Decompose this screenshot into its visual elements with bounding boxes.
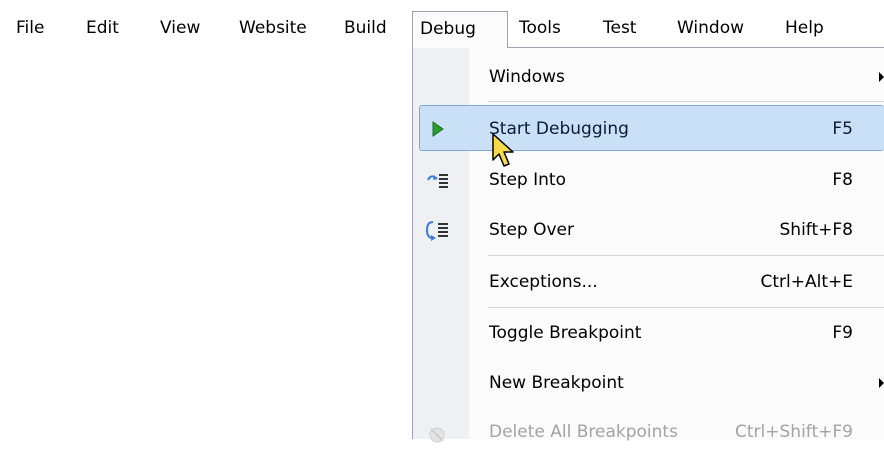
menu-bar: File Edit View Website Build Debug Tools… <box>0 0 884 48</box>
menu-file[interactable]: File <box>16 16 44 40</box>
menu-item-label: Step Over <box>489 220 574 240</box>
menu-item-shortcut: F8 <box>832 170 853 190</box>
menu-item-label: Delete All Breakpoints <box>489 422 678 442</box>
menu-tools[interactable]: Tools <box>519 16 561 40</box>
menu-item-start-debugging[interactable]: Start Debugging F5 <box>413 104 884 154</box>
menu-item-exceptions[interactable]: Exceptions... Ctrl+Alt+E <box>413 257 884 307</box>
submenu-arrow-icon <box>879 72 884 82</box>
menu-item-toggle-breakpoint[interactable]: Toggle Breakpoint F9 <box>413 308 884 358</box>
menu-test[interactable]: Test <box>603 16 636 40</box>
menu-item-shortcut: Shift+F8 <box>779 220 853 240</box>
menu-item-shortcut: F9 <box>832 323 853 343</box>
menu-separator <box>488 101 884 102</box>
menu-item-shortcut: Ctrl+Alt+E <box>760 272 854 292</box>
menu-item-label: Step Into <box>489 170 566 190</box>
menu-build[interactable]: Build <box>344 16 387 40</box>
menu-item-step-over[interactable]: Step Over Shift+F8 <box>413 205 884 255</box>
mouse-cursor-icon <box>492 133 514 167</box>
menu-item-windows[interactable]: Windows <box>413 52 884 102</box>
menu-item-delete-all-breakpoints: Delete All Breakpoints Ctrl+Shift+F9 <box>413 407 884 457</box>
delete-breakpoints-icon <box>413 407 469 457</box>
menu-separator <box>488 255 884 256</box>
menu-item-label: Toggle Breakpoint <box>489 323 642 343</box>
menu-item-shortcut: F5 <box>832 119 853 139</box>
menu-edit[interactable]: Edit <box>86 16 119 40</box>
menu-website[interactable]: Website <box>239 16 307 40</box>
menu-border <box>507 47 884 48</box>
menu-item-shortcut: Ctrl+Shift+F9 <box>735 422 853 442</box>
menu-item-label: New Breakpoint <box>489 373 624 393</box>
menu-debug[interactable]: Debug <box>412 11 508 48</box>
step-into-icon <box>413 155 469 205</box>
play-icon <box>413 104 469 154</box>
menu-window[interactable]: Window <box>677 16 744 40</box>
menu-view[interactable]: View <box>160 16 200 40</box>
menu-item-label: Windows <box>489 67 565 87</box>
step-over-icon <box>413 205 469 255</box>
debug-dropdown-menu: Windows Start Debugging F5 Step Into F8 <box>412 47 884 443</box>
menu-item-new-breakpoint[interactable]: New Breakpoint <box>413 358 884 408</box>
submenu-arrow-icon <box>879 378 884 388</box>
menu-help[interactable]: Help <box>785 16 824 40</box>
menu-item-label: Exceptions... <box>489 272 598 292</box>
menu-item-step-into[interactable]: Step Into F8 <box>413 155 884 205</box>
